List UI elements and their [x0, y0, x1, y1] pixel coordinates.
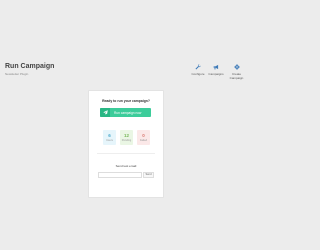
- paper-plane-icon: [100, 108, 110, 117]
- test-email-input[interactable]: [98, 172, 142, 178]
- run-button-label: Run campaign now: [114, 110, 142, 115]
- stat-failed-label: Failed: [139, 138, 148, 142]
- page-subtitle: Newsletter Plugin: [5, 72, 29, 76]
- run-campaign-card: Ready to run your campaign? Run campaign…: [88, 90, 164, 198]
- stat-failed-value: 0: [142, 132, 145, 138]
- create-campaign-button[interactable]: Create Campaign: [225, 64, 248, 80]
- send-test-button[interactable]: Send: [143, 172, 154, 178]
- stat-failed: 0 Failed: [137, 130, 150, 145]
- test-email-heading: Send test email: [115, 164, 137, 168]
- configure-button[interactable]: Configure: [188, 64, 208, 76]
- stat-users-label: Users: [106, 138, 113, 142]
- run-campaign-button[interactable]: Run campaign now: [100, 108, 151, 117]
- stat-users-value: 6: [108, 132, 111, 138]
- stat-pending: 12 Pending: [120, 130, 133, 145]
- page-title: Run Campaign: [5, 63, 55, 70]
- configure-label: Configure: [191, 72, 205, 76]
- megaphone-icon: [213, 64, 219, 70]
- stat-users: 6 Users: [103, 130, 116, 145]
- campaigns-label: Campaigns: [208, 72, 224, 76]
- wrench-icon: [195, 64, 201, 70]
- run-heading: Ready to run your campaign?: [102, 99, 150, 103]
- create-campaign-label: Create Campaign: [229, 72, 244, 80]
- stat-pending-value: 12: [123, 132, 129, 138]
- stat-pending-label: Pending: [121, 138, 132, 142]
- campaigns-button[interactable]: Campaigns: [206, 64, 226, 76]
- gear-icon: [233, 64, 240, 70]
- divider: [97, 153, 155, 154]
